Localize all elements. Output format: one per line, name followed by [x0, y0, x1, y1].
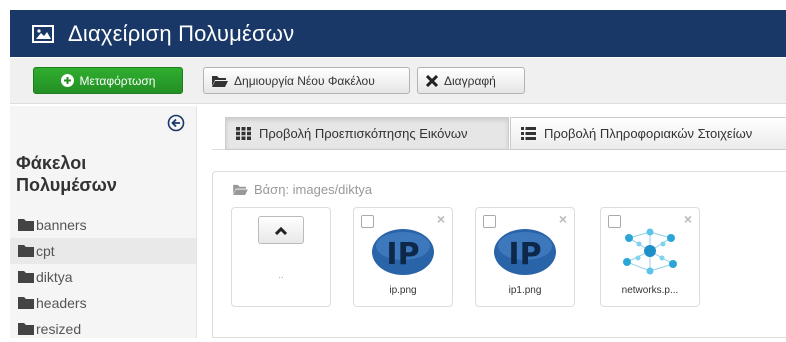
- folder-label: banners: [36, 217, 87, 233]
- svg-text:IP: IP: [386, 237, 419, 272]
- media-panel: Βάση: images/diktya .. × IP ip.png × IP …: [212, 171, 786, 338]
- up-button[interactable]: [258, 216, 304, 244]
- folder-icon: [18, 219, 34, 231]
- breadcrumb-path: Βάση: images/diktya: [254, 182, 373, 197]
- new-folder-button[interactable]: Δημιουργία Νέου Φακέλου: [203, 67, 410, 94]
- view-tabs: Προβολή Προεπισκόπησης Εικόνων Προβολή Π…: [212, 117, 786, 150]
- upload-label: Μεταφόρτωση: [79, 73, 156, 88]
- svg-text:IP: IP: [508, 237, 541, 272]
- tab-label: Προβολή Πληροφοριακών Στοιχείων: [544, 126, 753, 141]
- delete-label: Διαγραφή: [444, 73, 496, 88]
- page-title: Διαχείριση Πολυμέσων: [68, 20, 295, 46]
- folder-icon: [18, 297, 34, 309]
- folder-open-icon: [233, 184, 248, 195]
- image-icon: [32, 24, 54, 43]
- folder-icon: [18, 323, 34, 335]
- file-tile[interactable]: × IP ip1.png: [475, 207, 575, 307]
- close-icon: [426, 74, 438, 87]
- file-tile[interactable]: × IP ip.png: [353, 207, 453, 307]
- folder-label: cpt: [36, 243, 55, 259]
- file-name: ip.png: [389, 285, 417, 296]
- ip-icon: IP: [372, 229, 434, 275]
- tab-label: Προβολή Προεπισκόπησης Εικόνων: [259, 126, 468, 141]
- file-name: ip1.png: [508, 285, 542, 296]
- folder-label: headers: [36, 295, 87, 311]
- plus-circle-icon: [60, 74, 74, 87]
- delete-button[interactable]: Διαγραφή: [417, 67, 525, 94]
- tab-thumbnail-view[interactable]: Προβολή Προεπισκόπησης Εικόνων: [225, 117, 509, 150]
- file-name: networks.p...: [621, 285, 679, 296]
- folder-icon: [18, 271, 34, 283]
- file-tile[interactable]: × networks.p...: [600, 207, 700, 307]
- upload-button[interactable]: Μεταφόρτωση: [33, 67, 183, 94]
- grid-icon: [236, 127, 251, 140]
- parent-folder-tile[interactable]: ..: [231, 207, 331, 307]
- main-content: Προβολή Προεπισκόπησης Εικόνων Προβολή Π…: [212, 117, 786, 338]
- page-header: Διαχείριση Πολυμέσων: [10, 10, 786, 57]
- breadcrumb: Βάση: images/diktya: [233, 182, 372, 197]
- delete-file-icon[interactable]: ×: [559, 211, 567, 227]
- sidebar-title: Φάκελοι Πολυμέσων: [16, 153, 117, 195]
- folder-item-cpt[interactable]: cpt: [10, 238, 196, 264]
- folder-item-diktya[interactable]: diktya: [10, 264, 196, 290]
- delete-file-icon[interactable]: ×: [684, 211, 692, 227]
- folder-item-banners[interactable]: banners: [10, 212, 196, 238]
- folder-icon: [18, 245, 34, 257]
- folder-open-icon: [212, 75, 228, 87]
- folder-label: resized: [36, 321, 82, 337]
- folder-item-resized[interactable]: resized: [10, 316, 196, 342]
- delete-file-icon[interactable]: ×: [437, 211, 445, 227]
- list-icon: [521, 127, 536, 140]
- folder-item-headers[interactable]: headers: [10, 290, 196, 316]
- tab-details-view[interactable]: Προβολή Πληροφοριακών Στοιχείων: [510, 117, 786, 150]
- collapse-sidebar-icon[interactable]: [167, 114, 185, 132]
- sidebar: Φάκελοι Πολυμέσων banners cpt diktya hea…: [10, 106, 197, 338]
- parent-folder-label: ..: [278, 270, 284, 281]
- chevron-up-icon: [275, 226, 287, 235]
- folder-label: diktya: [36, 269, 73, 285]
- new-folder-label: Δημιουργία Νέου Φακέλου: [234, 73, 375, 88]
- folder-list: banners cpt diktya headers resized: [10, 212, 196, 342]
- network-icon: [623, 228, 677, 275]
- ip-icon: IP: [494, 229, 556, 275]
- toolbar: Μεταφόρτωση Δημιουργία Νέου Φακέλου Διαγ…: [10, 58, 786, 104]
